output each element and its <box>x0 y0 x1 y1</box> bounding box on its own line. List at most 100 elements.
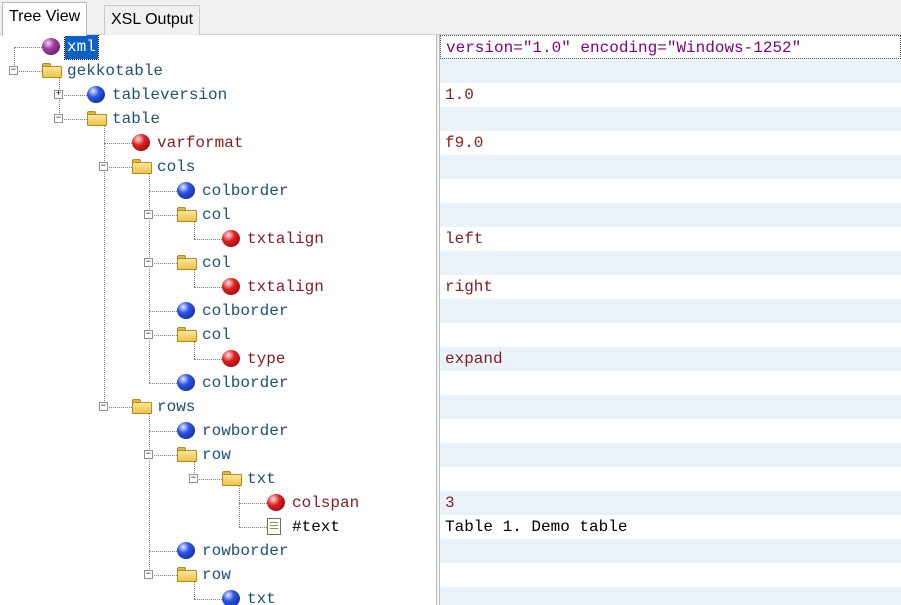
node-value[interactable]: left <box>440 227 901 251</box>
node-value[interactable] <box>440 59 901 83</box>
tree-node[interactable]: rowborder <box>0 539 436 563</box>
collapse-icon[interactable]: − <box>189 474 198 483</box>
node-value[interactable] <box>440 323 901 347</box>
tree-node-label[interactable]: rowborder <box>202 539 288 563</box>
tree-connector-line <box>149 551 177 552</box>
collapse-icon[interactable]: − <box>99 402 108 411</box>
tab-xsl-output[interactable]: XSL Output <box>104 5 201 35</box>
tree-pane[interactable]: xml − gekkotable + tableversion − table varform… <box>0 35 436 605</box>
node-value[interactable] <box>440 563 901 587</box>
node-value[interactable] <box>440 371 901 395</box>
tree-node[interactable]: colborder <box>0 299 436 323</box>
tree-node-label[interactable]: xml <box>64 35 99 60</box>
tree-node[interactable]: − rows <box>0 395 436 419</box>
collapse-icon[interactable]: − <box>54 114 63 123</box>
collapse-icon[interactable]: − <box>144 210 153 219</box>
tree-node-label[interactable]: txt <box>247 587 276 605</box>
tree-node[interactable]: colborder <box>0 179 436 203</box>
red-ball-icon <box>222 230 240 247</box>
tree-node-label[interactable]: txtalign <box>247 275 324 299</box>
node-value[interactable]: f9.0 <box>440 131 901 155</box>
collapse-icon[interactable]: − <box>9 66 18 75</box>
tree-node[interactable]: varformat <box>0 131 436 155</box>
tree-connector-line <box>194 359 222 360</box>
tree-node-label[interactable]: row <box>202 443 231 467</box>
collapse-icon[interactable]: − <box>144 330 153 339</box>
node-value[interactable] <box>440 251 901 275</box>
tree-node-label[interactable]: txtalign <box>247 227 324 251</box>
node-value[interactable]: expand <box>440 347 901 371</box>
tree-node-label[interactable]: #text <box>292 515 340 539</box>
tree-connector-line <box>59 95 87 96</box>
node-value[interactable]: Table 1. Demo table <box>440 515 901 539</box>
node-value[interactable] <box>440 107 901 131</box>
tree-node[interactable]: − row <box>0 443 436 467</box>
tree-node-label[interactable]: colborder <box>202 371 288 395</box>
tree-node[interactable]: txtalign <box>0 227 436 251</box>
value-pane[interactable]: version="1.0" encoding="Windows-1252" 1.0… <box>440 35 901 605</box>
node-value[interactable] <box>440 467 901 491</box>
tree-node[interactable]: − cols <box>0 155 436 179</box>
tree-node-label[interactable]: cols <box>157 155 195 179</box>
tree-node[interactable]: colborder <box>0 371 436 395</box>
tree-node-label[interactable]: rowborder <box>202 419 288 443</box>
blue-ball-icon <box>177 182 195 199</box>
tree-node[interactable]: − col <box>0 251 436 275</box>
node-value[interactable]: 3 <box>440 491 901 515</box>
node-value[interactable] <box>440 179 901 203</box>
tree-node-label[interactable]: table <box>112 107 160 131</box>
node-value[interactable]: version="1.0" encoding="Windows-1252" <box>440 35 901 59</box>
tree-node[interactable]: #text <box>0 515 436 539</box>
tree-node[interactable]: − col <box>0 323 436 347</box>
node-value[interactable] <box>440 587 901 605</box>
tree-node-label[interactable]: row <box>202 563 231 587</box>
tree-node[interactable]: rowborder <box>0 419 436 443</box>
tree-node[interactable]: − gekkotable <box>0 59 436 83</box>
tree-node-label[interactable]: colborder <box>202 299 288 323</box>
text-node-icon <box>267 518 281 535</box>
tree-node[interactable]: txt <box>0 587 436 605</box>
node-value[interactable]: right <box>440 275 901 299</box>
tree-node-label[interactable]: gekkotable <box>67 59 163 83</box>
node-value[interactable] <box>440 539 901 563</box>
tree-node-label[interactable]: col <box>202 203 231 227</box>
tree-node[interactable]: colspan <box>0 491 436 515</box>
node-value[interactable] <box>440 419 901 443</box>
collapse-icon[interactable]: − <box>144 258 153 267</box>
tree-connector-line <box>149 431 177 432</box>
node-value[interactable] <box>440 299 901 323</box>
blue-ball-icon <box>222 590 240 605</box>
folder-icon <box>177 207 198 222</box>
folder-icon <box>177 327 198 342</box>
tree-node-label[interactable]: colborder <box>202 179 288 203</box>
tree-node[interactable]: txtalign <box>0 275 436 299</box>
purple-ball-icon <box>42 38 60 55</box>
tree-node[interactable]: − row <box>0 563 436 587</box>
tree-connector-line <box>239 503 267 504</box>
expand-icon[interactable]: + <box>54 90 63 99</box>
tree-node-label[interactable]: rows <box>157 395 195 419</box>
tree-node-label[interactable]: col <box>202 323 231 347</box>
tree-node-label[interactable]: txt <box>247 467 276 491</box>
tree-node[interactable]: − txt <box>0 467 436 491</box>
node-value[interactable] <box>440 203 901 227</box>
tree-node-label[interactable]: colspan <box>292 491 359 515</box>
tree-node[interactable]: − col <box>0 203 436 227</box>
collapse-icon[interactable]: − <box>144 570 153 579</box>
node-value[interactable] <box>440 395 901 419</box>
node-value[interactable] <box>440 443 901 467</box>
tree-node[interactable]: xml <box>0 35 436 60</box>
collapse-icon[interactable]: − <box>99 162 108 171</box>
node-value[interactable]: 1.0 <box>440 83 901 107</box>
node-value[interactable] <box>440 155 901 179</box>
tree-node[interactable]: + tableversion <box>0 83 436 107</box>
collapse-icon[interactable]: − <box>144 450 153 459</box>
tree-node[interactable]: type <box>0 347 436 371</box>
tree-node-label[interactable]: col <box>202 251 231 275</box>
tree-node-label[interactable]: tableversion <box>112 83 227 107</box>
tree-node-label[interactable]: type <box>247 347 285 371</box>
tree-node[interactable]: − table <box>0 107 436 131</box>
tab-tree-view[interactable]: Tree View <box>2 2 88 36</box>
folder-icon <box>222 471 243 486</box>
tree-node-label[interactable]: varformat <box>157 131 243 155</box>
